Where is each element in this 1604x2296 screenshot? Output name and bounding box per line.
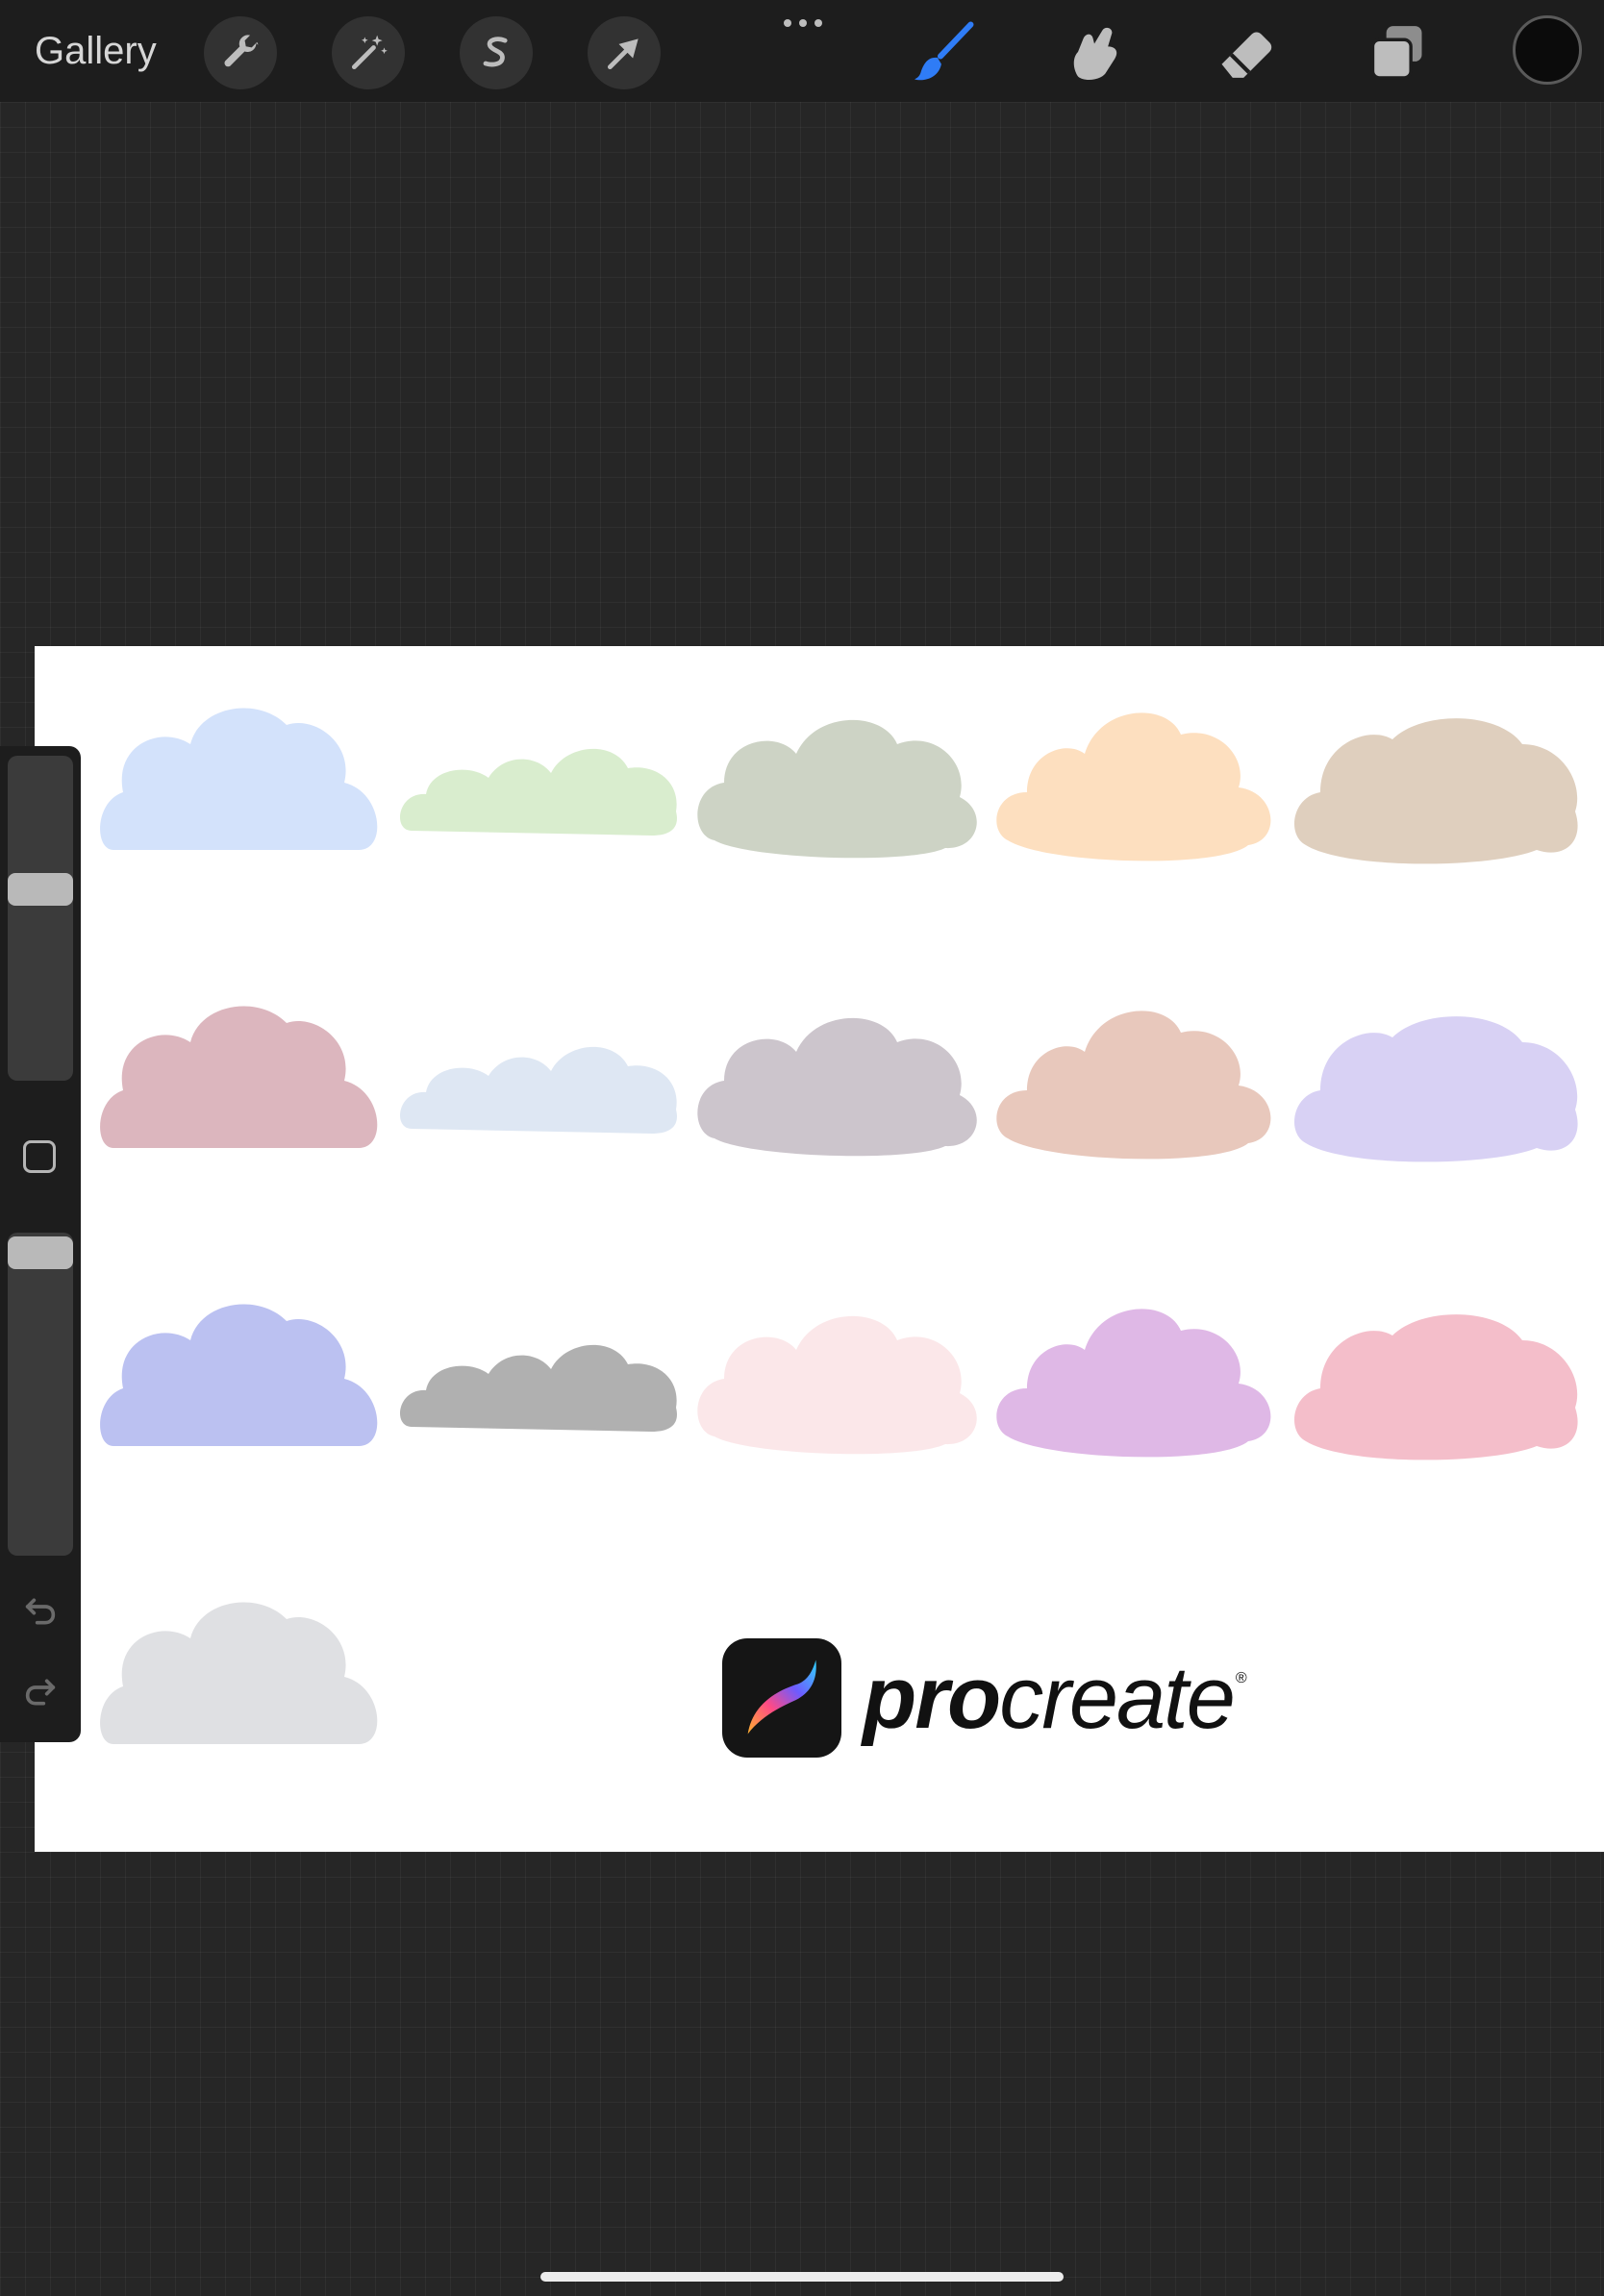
- cloud-shape: [989, 686, 1287, 869]
- transform-button[interactable]: [588, 16, 661, 89]
- selection-button[interactable]: [460, 16, 533, 89]
- cloud-shape: [94, 1581, 392, 1763]
- layers-button[interactable]: [1359, 15, 1436, 88]
- brush-size-thumb[interactable]: [8, 873, 73, 907]
- cloud-shape: [989, 1283, 1287, 1465]
- cloud-shape: [1287, 1283, 1585, 1465]
- brush-opacity-slider[interactable]: [8, 1233, 73, 1556]
- eraser-icon: [1221, 32, 1272, 78]
- wordmark-regular-part: create: [999, 1649, 1236, 1747]
- color-picker-button[interactable]: [1513, 15, 1582, 85]
- cloud-shape: [392, 686, 690, 869]
- brush-opacity-thumb[interactable]: [8, 1236, 73, 1269]
- procreate-logo-icon: [722, 1638, 841, 1758]
- actions-button[interactable]: [204, 16, 277, 89]
- procreate-wordmark: procreate ®: [863, 1654, 1247, 1742]
- brush-icon: [915, 21, 974, 81]
- registered-mark: ®: [1235, 1670, 1247, 1686]
- cloud-shape: [94, 1283, 392, 1465]
- magic-wand-icon: [351, 35, 388, 70]
- cloud-shape: [1287, 686, 1585, 869]
- home-indicator[interactable]: [540, 2272, 1064, 2282]
- redo-arrow-icon[interactable]: [21, 1673, 60, 1711]
- cloud-shape: [1287, 985, 1585, 1167]
- layers-icon: [1370, 26, 1422, 80]
- square-modify-icon[interactable]: [23, 1140, 56, 1173]
- brush-size-slider[interactable]: [8, 756, 73, 1081]
- brush-tool-button[interactable]: [905, 15, 982, 88]
- wordmark-bold-part: pro: [863, 1649, 1001, 1747]
- cloud-shape: [392, 985, 690, 1167]
- cloud-shape: [690, 1283, 989, 1465]
- cloud-shape: [690, 686, 989, 869]
- cloud-shape: [392, 1283, 690, 1465]
- smudge-tool-button[interactable]: [1056, 15, 1133, 88]
- ellipsis-icon[interactable]: [782, 13, 824, 33]
- arrow-cursor-icon: [607, 38, 639, 70]
- cloud-shape: [989, 985, 1287, 1167]
- selection-s-icon: [483, 37, 508, 67]
- adjustments-button[interactable]: [332, 16, 405, 89]
- cloud-shape: [690, 985, 989, 1167]
- smudge-finger-icon: [1073, 27, 1117, 80]
- eraser-tool-button[interactable]: [1208, 15, 1285, 88]
- brush-sidebar: [0, 746, 81, 1742]
- gallery-button[interactable]: Gallery: [35, 27, 157, 75]
- top-toolbar: Gallery: [0, 0, 1604, 102]
- procreate-app: Gallery procreate ®: [0, 0, 1604, 2296]
- procreate-logo: procreate ®: [722, 1638, 1247, 1758]
- drawing-canvas[interactable]: procreate ®: [35, 646, 1604, 1852]
- undo-arrow-icon[interactable]: [21, 1592, 60, 1631]
- cloud-shape: [94, 686, 392, 869]
- wrench-icon: [224, 35, 259, 67]
- cloud-shape: [94, 985, 392, 1167]
